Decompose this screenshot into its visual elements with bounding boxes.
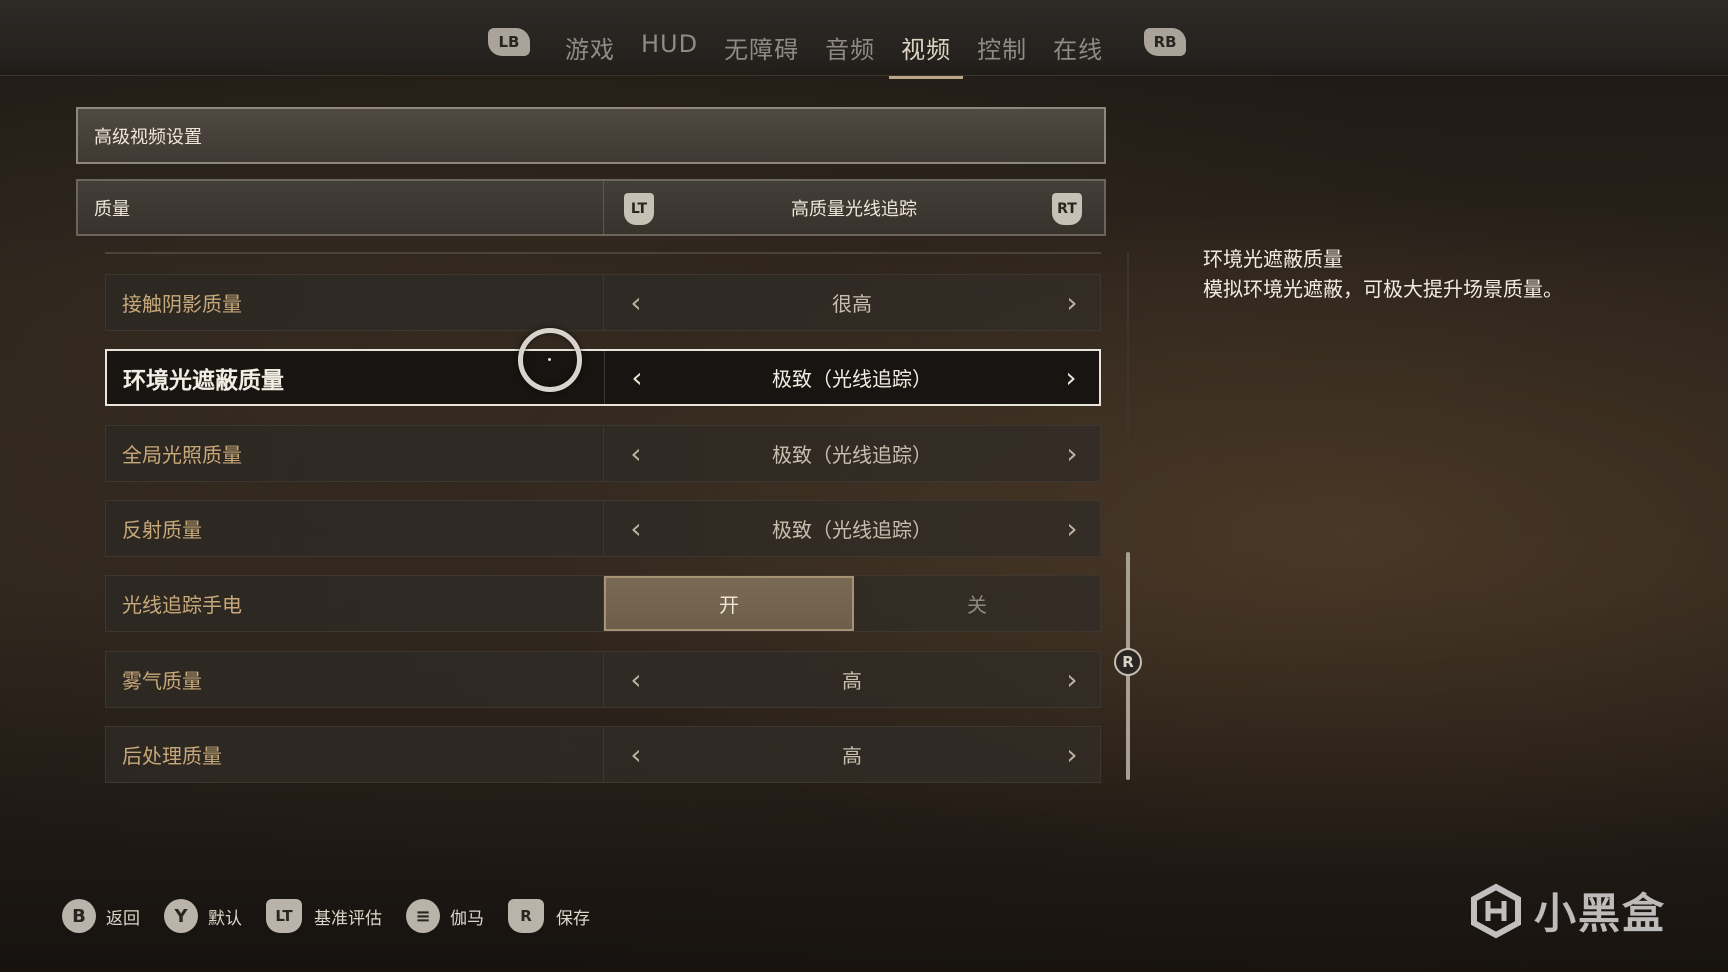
- setting-label: 反射质量: [106, 501, 604, 556]
- setting-label: 接触阴影质量: [106, 275, 604, 330]
- description-title: 环境光遮蔽质量: [1203, 247, 1343, 271]
- watermark: 小黑盒: [1468, 880, 1666, 941]
- toggle-off-option[interactable]: 关: [854, 576, 1100, 631]
- quality-value-cell[interactable]: LT 高质量光线追踪 RT: [604, 181, 1104, 234]
- setting-row-rt-flashlight[interactable]: 光线追踪手电 开 关: [105, 575, 1101, 632]
- tab-hud[interactable]: HUD: [629, 22, 710, 72]
- section-title: 高级视频设置: [76, 107, 1106, 164]
- save-hint[interactable]: R 保存: [508, 899, 590, 933]
- gamma-hint[interactable]: ≡ 伽马: [406, 899, 484, 933]
- chevron-left-icon[interactable]: ‹: [617, 351, 657, 404]
- chevron-right-icon[interactable]: ›: [1052, 652, 1092, 707]
- chevron-left-icon[interactable]: ‹: [616, 652, 656, 707]
- tab-online[interactable]: 在线: [1041, 22, 1115, 79]
- rb-bumper-icon[interactable]: RB: [1144, 28, 1187, 56]
- tab-accessibility[interactable]: 无障碍: [712, 22, 811, 79]
- setting-value: 高: [842, 744, 862, 768]
- menu-button-icon: ≡: [406, 899, 440, 933]
- right-stick-icon: R: [1114, 648, 1142, 676]
- quality-label: 质量: [78, 181, 604, 234]
- y-button-icon: Y: [164, 899, 198, 933]
- tab-game[interactable]: 游戏: [553, 22, 627, 79]
- chevron-right-icon[interactable]: ›: [1052, 727, 1092, 782]
- description-text: 模拟环境光遮蔽，可极大提升场景质量。: [1203, 277, 1563, 301]
- tab-video[interactable]: 视频: [889, 22, 964, 79]
- chevron-left-icon[interactable]: ‹: [616, 501, 656, 556]
- back-hint[interactable]: B 返回: [62, 899, 140, 933]
- setting-row-contact-shadow[interactable]: 接触阴影质量 ‹ 很高 ›: [105, 274, 1101, 331]
- quality-preset-row[interactable]: 质量 LT 高质量光线追踪 RT: [76, 179, 1106, 236]
- watermark-text: 小黑盒: [1534, 889, 1667, 938]
- setting-value: 很高: [832, 292, 872, 316]
- tab-strip: LB 游戏 HUD 无障碍 音频 视频 控制 在线 RB: [488, 22, 1187, 79]
- setting-label: 光线追踪手电: [106, 576, 604, 631]
- quality-value: 高质量光线追踪: [791, 198, 917, 220]
- setting-value-cell[interactable]: ‹ 极致（光线追踪） ›: [604, 426, 1100, 481]
- setting-value: 高: [842, 669, 862, 693]
- back-label: 返回: [106, 908, 140, 929]
- setting-row-fog[interactable]: 雾气质量 ‹ 高 ›: [105, 651, 1101, 708]
- lb-bumper-icon[interactable]: LB: [488, 28, 530, 56]
- setting-value-cell[interactable]: ‹ 极致（光线追踪） ›: [604, 501, 1100, 556]
- rt-trigger-icon[interactable]: RT: [1052, 193, 1082, 225]
- setting-value-cell[interactable]: ‹ 很高 ›: [604, 275, 1100, 330]
- heybox-logo-icon: [1471, 883, 1521, 938]
- setting-row-post-processing[interactable]: 后处理质量 ‹ 高 ›: [105, 726, 1101, 783]
- setting-value-cell[interactable]: ‹ 高 ›: [604, 727, 1100, 782]
- setting-value-cell[interactable]: ‹ 极致（光线追踪） ›: [605, 351, 1099, 404]
- setting-value-cell[interactable]: ‹ 高 ›: [604, 652, 1100, 707]
- list-divider: [105, 252, 1101, 254]
- default-label: 默认: [208, 908, 242, 929]
- setting-row-reflections[interactable]: 反射质量 ‹ 极致（光线追踪） ›: [105, 500, 1101, 557]
- setting-value: 极致（光线追踪）: [772, 443, 932, 467]
- setting-row-global-illumination[interactable]: 全局光照质量 ‹ 极致（光线追踪） ›: [105, 425, 1101, 482]
- rt-trigger-icon: R: [508, 899, 544, 933]
- cursor-dot: [548, 358, 551, 361]
- tab-controls[interactable]: 控制: [965, 22, 1039, 79]
- benchmark-hint[interactable]: LT 基准评估: [266, 899, 382, 933]
- default-hint[interactable]: Y 默认: [164, 899, 242, 933]
- benchmark-label: 基准评估: [314, 908, 382, 929]
- toggle-on-option[interactable]: 开: [604, 576, 854, 631]
- chevron-right-icon[interactable]: ›: [1052, 501, 1092, 556]
- lt-trigger-icon[interactable]: LT: [624, 193, 654, 225]
- lt-trigger-icon: LT: [266, 899, 302, 933]
- footer-hints: B 返回 Y 默认 LT 基准评估 ≡ 伽马 R 保存: [62, 897, 614, 935]
- setting-value: 极致（光线追踪）: [772, 518, 932, 542]
- chevron-left-icon[interactable]: ‹: [616, 275, 656, 330]
- top-tab-bar: LB 游戏 HUD 无障碍 音频 视频 控制 在线 RB: [0, 0, 1728, 79]
- chevron-left-icon[interactable]: ‹: [616, 727, 656, 782]
- setting-description: 环境光遮蔽质量 模拟环境光遮蔽，可极大提升场景质量。: [1203, 244, 1673, 304]
- gamma-label: 伽马: [450, 908, 484, 929]
- b-button-icon: B: [62, 899, 96, 933]
- chevron-right-icon[interactable]: ›: [1052, 275, 1092, 330]
- setting-label: 雾气质量: [106, 652, 604, 707]
- setting-row-ambient-occlusion[interactable]: 环境光遮蔽质量 ‹ 极致（光线追踪） ›: [105, 349, 1101, 406]
- tab-audio[interactable]: 音频: [813, 22, 887, 79]
- setting-label: 全局光照质量: [106, 426, 604, 481]
- chevron-right-icon[interactable]: ›: [1051, 351, 1091, 404]
- setting-value: 极致（光线追踪）: [772, 367, 932, 391]
- on-off-toggle[interactable]: 开 关: [604, 576, 1100, 631]
- setting-label: 后处理质量: [106, 727, 604, 782]
- chevron-right-icon[interactable]: ›: [1052, 426, 1092, 481]
- save-label: 保存: [556, 908, 590, 929]
- chevron-left-icon[interactable]: ‹: [616, 426, 656, 481]
